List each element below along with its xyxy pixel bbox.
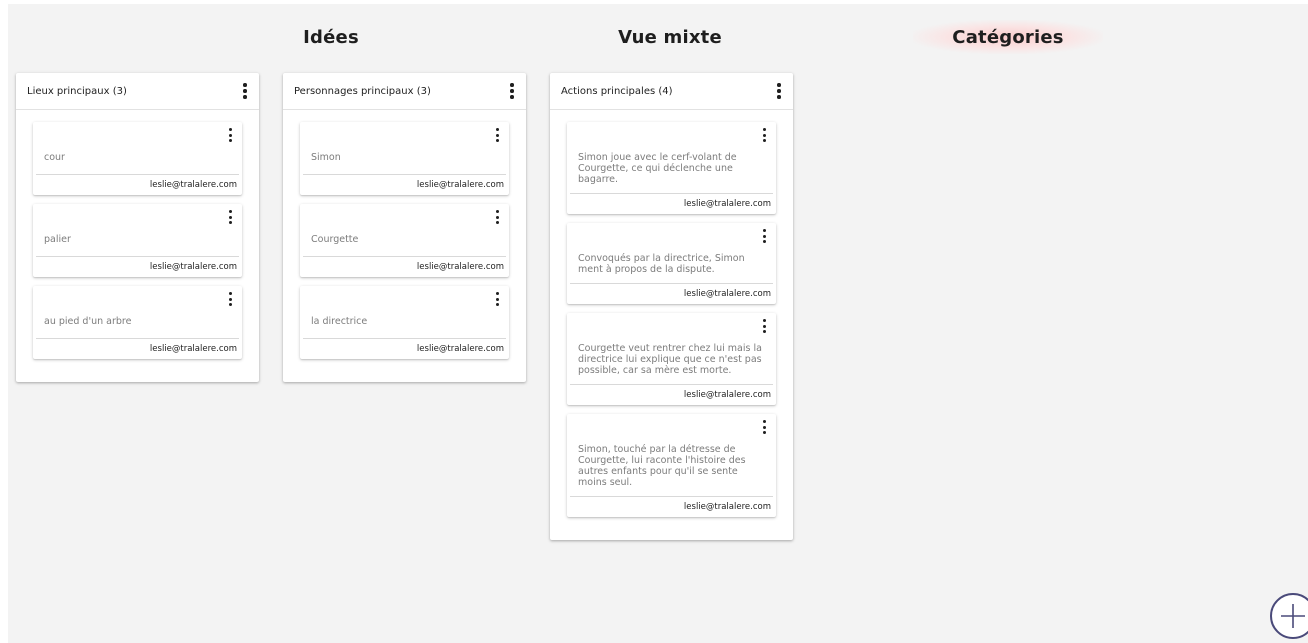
card-author: leslie@tralalere.com <box>303 338 506 359</box>
board-app: Idées Vue mixte Catégories Lieux princip… <box>0 0 1308 643</box>
more-vertical-icon[interactable] <box>757 418 771 436</box>
idea-card[interactable]: Courgette leslie@tralalere.com <box>300 204 509 277</box>
idea-card[interactable]: Simon joue avec le cerf-volant de Courge… <box>567 122 776 214</box>
idea-card[interactable]: Simon, touché par la détresse de Courget… <box>567 414 776 517</box>
card-author: leslie@tralalere.com <box>36 174 239 195</box>
card-author: leslie@tralalere.com <box>303 174 506 195</box>
card-text: la directrice <box>311 316 368 327</box>
card-list: Simon leslie@tralalere.com Courgette les… <box>283 110 526 359</box>
more-vertical-icon[interactable] <box>223 290 237 308</box>
category-column-personnages: Personnages principaux (3) Simon leslie@… <box>283 73 526 382</box>
tab-idees[interactable]: Idées <box>276 20 386 54</box>
more-vertical-icon[interactable] <box>490 208 504 226</box>
card-author: leslie@tralalere.com <box>36 256 239 277</box>
more-vertical-icon[interactable] <box>223 126 237 144</box>
more-vertical-icon[interactable] <box>757 126 771 144</box>
card-text: palier <box>44 234 71 245</box>
more-vertical-icon[interactable] <box>757 227 771 245</box>
column-title: Lieux principaux (3) <box>27 85 127 97</box>
more-vertical-icon[interactable] <box>505 81 519 101</box>
column-header: Personnages principaux (3) <box>283 73 526 110</box>
add-category-button[interactable] <box>1270 593 1308 639</box>
idea-card[interactable]: Convoqués par la directrice, Simon ment … <box>567 223 776 304</box>
card-author: leslie@tralalere.com <box>570 384 773 405</box>
card-author: leslie@tralalere.com <box>570 283 773 304</box>
more-vertical-icon[interactable] <box>772 81 786 101</box>
card-author: leslie@tralalere.com <box>36 338 239 359</box>
tab-vue-mixte[interactable]: Vue mixte <box>600 20 740 54</box>
card-text: Simon joue avec le cerf-volant de Courge… <box>578 152 737 185</box>
more-vertical-icon[interactable] <box>490 290 504 308</box>
column-header: Lieux principaux (3) <box>16 73 259 110</box>
column-header: Actions principales (4) <box>550 73 793 110</box>
tab-categories[interactable]: Catégories <box>913 20 1103 54</box>
card-text: Simon, touché par la détresse de Courget… <box>578 444 746 488</box>
idea-card[interactable]: la directrice leslie@tralalere.com <box>300 286 509 359</box>
card-author: leslie@tralalere.com <box>570 496 773 517</box>
category-column-actions: Actions principales (4) Simon joue avec … <box>550 73 793 540</box>
card-text: Simon <box>311 152 341 163</box>
idea-card[interactable]: Simon leslie@tralalere.com <box>300 122 509 195</box>
card-list: cour leslie@tralalere.com palier leslie@… <box>16 110 259 359</box>
column-title: Personnages principaux (3) <box>294 85 431 97</box>
card-text: cour <box>44 152 65 163</box>
card-text: Convoqués par la directrice, Simon ment … <box>578 253 745 275</box>
idea-card[interactable]: cour leslie@tralalere.com <box>33 122 242 195</box>
plus-circle-icon <box>1281 604 1305 628</box>
card-text: Courgette veut rentrer chez lui mais la … <box>578 343 762 376</box>
more-vertical-icon[interactable] <box>757 317 771 335</box>
card-author: leslie@tralalere.com <box>303 256 506 277</box>
card-list: Simon joue avec le cerf-volant de Courge… <box>550 110 793 517</box>
idea-card[interactable]: palier leslie@tralalere.com <box>33 204 242 277</box>
idea-card[interactable]: au pied d'un arbre leslie@tralalere.com <box>33 286 242 359</box>
column-title: Actions principales (4) <box>561 85 673 97</box>
card-text: Courgette <box>311 234 359 245</box>
card-text: au pied d'un arbre <box>44 316 132 327</box>
card-author: leslie@tralalere.com <box>570 193 773 214</box>
more-vertical-icon[interactable] <box>223 208 237 226</box>
more-vertical-icon[interactable] <box>238 81 252 101</box>
more-vertical-icon[interactable] <box>490 126 504 144</box>
category-column-lieux: Lieux principaux (3) cour leslie@tralale… <box>16 73 259 382</box>
idea-card[interactable]: Courgette veut rentrer chez lui mais la … <box>567 313 776 405</box>
